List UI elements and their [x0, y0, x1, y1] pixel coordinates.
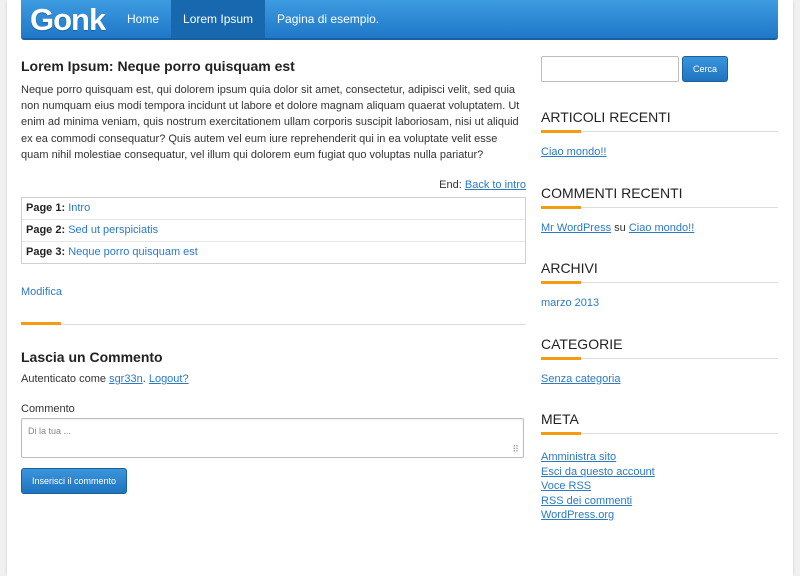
list-item: marzo 2013: [541, 296, 778, 311]
meta-link-rss[interactable]: Voce RSS: [541, 480, 591, 492]
list-item: Senza categoria: [541, 372, 778, 387]
widget-title-meta: Meta: [541, 411, 778, 435]
toc-page-label: Page 2:: [26, 224, 66, 237]
section-divider: [21, 322, 526, 326]
site-logo[interactable]: Gonk: [30, 2, 106, 38]
comment-author-link[interactable]: Mr WordPress: [541, 222, 611, 234]
comment-field-label: Commento: [21, 403, 75, 416]
sidebar: Cerca Articoli recenti Ciao mondo!! Comm…: [541, 56, 778, 523]
toc-page-label: Page 1:: [26, 202, 66, 215]
toc-row: Page 2: Sed ut perspiciatis: [22, 219, 525, 241]
toc-link-neque[interactable]: Neque porro quisquam est: [68, 246, 198, 258]
main-nav: Home Lorem Ipsum Pagina di esempio.: [115, 0, 391, 38]
logged-in-line: Autenticato come sgr33n. Logout?: [21, 373, 189, 386]
comment-placeholder: Di la tua ...: [28, 426, 72, 437]
main-content: Lorem Ipsum: Neque porro quisquam est Ne…: [21, 58, 526, 495]
user-link[interactable]: sgr33n: [109, 373, 143, 385]
meta-link-admin[interactable]: Amministra sito: [541, 451, 616, 463]
meta-link-logout[interactable]: Esci da questo account: [541, 466, 655, 478]
page-toc: Page 1: Intro Page 2: Sed ut perspiciati…: [21, 197, 526, 265]
meta-list: Amministra sito Esci da questo account V…: [541, 450, 778, 523]
edit-link[interactable]: Modifica: [21, 286, 62, 298]
toc-row: Page 1: Intro: [22, 198, 525, 219]
resize-handle-icon[interactable]: ⠿: [512, 444, 519, 455]
widget-title-archives: Archivi: [541, 260, 778, 284]
end-line: End: Back to intro: [21, 179, 526, 191]
search-input[interactable]: [541, 56, 679, 82]
post-title: Lorem Ipsum: Neque porro quisquam est: [21, 58, 295, 74]
site-header: Gonk Home Lorem Ipsum Pagina di esempio.: [21, 0, 778, 40]
toc-link-sed-ut[interactable]: Sed ut perspiciatis: [68, 224, 158, 236]
logout-link[interactable]: Logout?: [149, 373, 189, 385]
nav-pagina-di-esempio[interactable]: Pagina di esempio.: [265, 0, 391, 38]
search-button[interactable]: Cerca: [682, 56, 728, 82]
search-form: Cerca: [541, 56, 778, 82]
comment-textarea[interactable]: Di la tua ... ⠿: [21, 418, 524, 459]
end-label: End:: [439, 179, 462, 192]
toc-link-intro[interactable]: Intro: [68, 202, 90, 214]
logged-in-prefix: Autenticato come: [21, 373, 106, 386]
back-to-intro-link[interactable]: Back to intro: [465, 179, 526, 191]
list-item: Mr WordPress su Ciao mondo!!: [541, 221, 778, 236]
widget-title-recent-posts: Articoli recenti: [541, 109, 778, 133]
submit-comment-button[interactable]: Inserisci il commento: [21, 468, 128, 495]
edit-row: Modifica: [21, 286, 526, 298]
comment-on-text: su: [614, 221, 626, 234]
meta-link-comments-rss[interactable]: RSS dei commenti: [541, 495, 632, 507]
toc-row: Page 3: Neque porro quisquam est: [22, 241, 525, 263]
post-body: Neque porro quisquam est, qui dolorem ip…: [21, 84, 520, 161]
widget-title-categories: Categorie: [541, 336, 778, 360]
comment-post-link[interactable]: Ciao mondo!!: [629, 222, 694, 234]
nav-lorem-ipsum[interactable]: Lorem Ipsum: [171, 0, 266, 38]
archive-link[interactable]: marzo 2013: [541, 297, 599, 309]
nav-home[interactable]: Home: [115, 0, 171, 38]
comment-form-title: Lascia un Commento: [21, 349, 163, 366]
recent-post-link[interactable]: Ciao mondo!!: [541, 146, 606, 158]
list-item: Ciao mondo!!: [541, 145, 778, 160]
widget-title-recent-comments: Commenti recenti: [541, 185, 778, 209]
category-link[interactable]: Senza categoria: [541, 373, 621, 385]
toc-page-label: Page 3:: [26, 246, 66, 259]
meta-link-wordpress[interactable]: WordPress.org: [541, 509, 614, 521]
